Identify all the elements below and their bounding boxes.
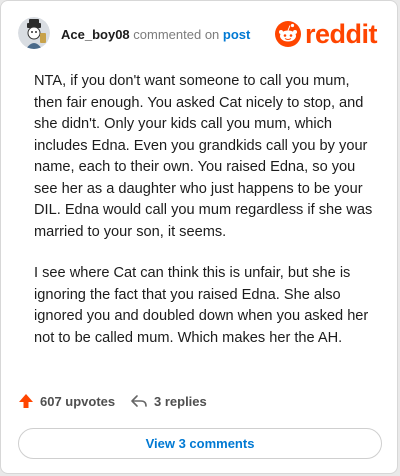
view-comments-button[interactable]: View 3 comments (18, 428, 382, 459)
upvote-button[interactable]: 607 upvotes (18, 393, 115, 409)
comment-paragraph: I see where Cat can think this is unfair… (34, 265, 369, 346)
reddit-logo: reddit (275, 17, 387, 51)
avatar-icon (18, 17, 50, 49)
brand-name: reddit (305, 19, 378, 49)
comment-header: Ace_boy08 commented on post reddit (1, 1, 397, 61)
user-avatar[interactable] (18, 17, 50, 49)
reply-count: 3 replies (154, 393, 207, 409)
replies-button[interactable]: 3 replies (130, 393, 207, 409)
post-link[interactable]: post (223, 27, 250, 42)
reddit-snoo-icon (275, 21, 301, 47)
reply-arrow-icon (131, 395, 147, 407)
comment-body: NTA, if you don't want someone to call y… (34, 71, 378, 369)
upvote-arrow-icon (19, 394, 33, 408)
comment-paragraph: NTA, if you don't want someone to call y… (34, 73, 373, 240)
view-comments-label: View 3 comments (145, 436, 255, 451)
comment-meta: Ace_boy08 commented on post (61, 27, 250, 42)
username[interactable]: Ace_boy08 (61, 27, 130, 42)
upvote-count: 607 upvotes (40, 393, 116, 409)
action-text: commented on (133, 27, 220, 42)
comment-card: Ace_boy08 commented on post reddit NTA, … (0, 0, 398, 474)
